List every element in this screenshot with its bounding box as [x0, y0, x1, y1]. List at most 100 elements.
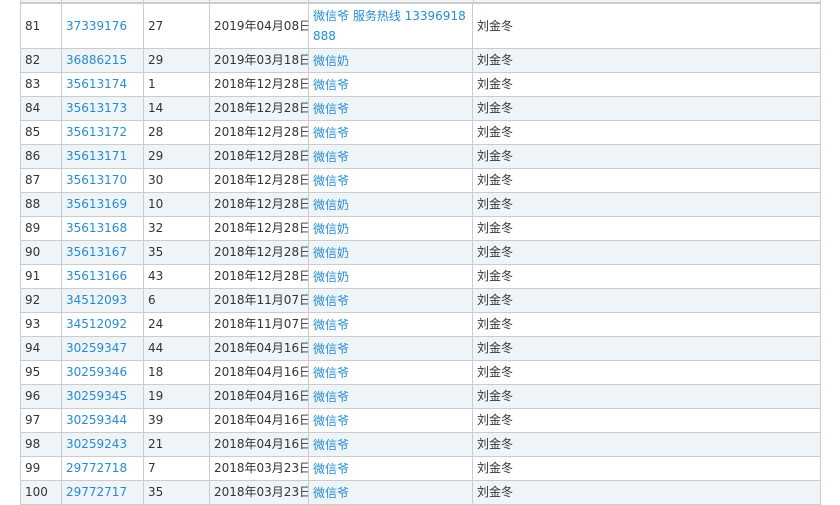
- id-link[interactable]: 30259346: [66, 365, 127, 379]
- table-row: 83 35613174 1 2018年12月28日 微信爷 刘金冬: [20, 72, 821, 97]
- table-row: 92 34512093 6 2018年11月07日 微信爷 刘金冬: [20, 288, 821, 313]
- id-link[interactable]: 30259347: [66, 341, 127, 355]
- date-cell: 2018年12月28日: [209, 96, 309, 121]
- id-link[interactable]: 34512093: [66, 293, 127, 307]
- count-cell: 44: [143, 336, 210, 361]
- name-link[interactable]: 微信爷: [313, 462, 349, 476]
- name-cell: 微信奶: [308, 240, 473, 265]
- id-link[interactable]: 35613173: [66, 101, 127, 115]
- table-row: 100 29772717 35 2018年03月23日 微信爷 刘金冬: [20, 480, 821, 505]
- person-cell: 刘金冬: [472, 408, 821, 433]
- date-cell: 2018年12月28日: [209, 168, 309, 193]
- person-cell: 刘金冬: [472, 168, 821, 193]
- date-cell: 2018年12月28日: [209, 144, 309, 169]
- name-link[interactable]: 微信爷: [313, 390, 349, 404]
- table-row: 96 30259345 19 2018年04月16日 微信爷 刘金冬: [20, 384, 821, 409]
- name-cell: 微信爷: [308, 288, 473, 313]
- id-link[interactable]: 35613170: [66, 173, 127, 187]
- table-row: 90 35613167 35 2018年12月28日 微信奶 刘金冬: [20, 240, 821, 265]
- id-link[interactable]: 35613167: [66, 245, 127, 259]
- index-cell: 93: [20, 312, 62, 337]
- id-cell: 35613169: [61, 192, 144, 217]
- id-link[interactable]: 36886215: [66, 53, 127, 67]
- name-link[interactable]: 微信爷 服务热线 13396918888: [313, 9, 466, 43]
- table-row: 85 35613172 28 2018年12月28日 微信爷 刘金冬: [20, 120, 821, 145]
- table-row: 84 35613173 14 2018年12月28日 微信爷 刘金冬: [20, 96, 821, 121]
- name-link[interactable]: 微信爷: [313, 342, 349, 356]
- count-cell: 21: [143, 432, 210, 457]
- name-cell: 微信爷: [308, 360, 473, 385]
- name-cell: 微信爷: [308, 432, 473, 457]
- id-link[interactable]: 37339176: [66, 19, 127, 33]
- name-link[interactable]: 微信爷: [313, 126, 349, 140]
- id-cell: 29772718: [61, 456, 144, 481]
- table-row: 86 35613171 29 2018年12月28日 微信爷 刘金冬: [20, 144, 821, 169]
- date-cell: 2019年04月08日: [209, 3, 309, 49]
- name-link[interactable]: 微信爷: [313, 414, 349, 428]
- index-cell: 89: [20, 216, 62, 241]
- index-cell: 94: [20, 336, 62, 361]
- name-link[interactable]: 微信奶: [313, 198, 349, 212]
- index-cell: 81: [20, 3, 62, 49]
- name-cell: 微信爷: [308, 312, 473, 337]
- id-link[interactable]: 30259243: [66, 437, 127, 451]
- name-cell: 微信爷: [308, 456, 473, 481]
- name-cell: 微信奶: [308, 216, 473, 241]
- name-link[interactable]: 微信奶: [313, 246, 349, 260]
- date-cell: 2018年04月16日: [209, 432, 309, 457]
- person-cell: 刘金冬: [472, 72, 821, 97]
- id-cell: 36886215: [61, 48, 144, 73]
- person-cell: 刘金冬: [472, 288, 821, 313]
- name-link[interactable]: 微信爷: [313, 366, 349, 380]
- index-cell: 99: [20, 456, 62, 481]
- count-cell: 39: [143, 408, 210, 433]
- id-link[interactable]: 30259344: [66, 413, 127, 427]
- count-cell: 1: [143, 72, 210, 97]
- index-cell: 90: [20, 240, 62, 265]
- name-link[interactable]: 微信奶: [313, 270, 349, 284]
- id-link[interactable]: 29772718: [66, 461, 127, 475]
- date-cell: 2018年04月16日: [209, 384, 309, 409]
- name-link[interactable]: 微信爷: [313, 438, 349, 452]
- name-cell: 微信爷: [308, 96, 473, 121]
- id-link[interactable]: 29772717: [66, 485, 127, 499]
- date-cell: 2018年12月28日: [209, 72, 309, 97]
- name-link[interactable]: 微信爷: [313, 174, 349, 188]
- id-link[interactable]: 35613169: [66, 197, 127, 211]
- index-cell: 86: [20, 144, 62, 169]
- id-cell: 30259344: [61, 408, 144, 433]
- index-cell: 82: [20, 48, 62, 73]
- id-link[interactable]: 35613166: [66, 269, 127, 283]
- id-cell: 30259346: [61, 360, 144, 385]
- date-cell: 2019年03月18日: [209, 48, 309, 73]
- id-cell: 34512092: [61, 312, 144, 337]
- date-cell: 2018年12月28日: [209, 192, 309, 217]
- id-link[interactable]: 30259345: [66, 389, 127, 403]
- name-link[interactable]: 微信奶: [313, 222, 349, 236]
- count-cell: 30: [143, 168, 210, 193]
- name-link[interactable]: 微信爷: [313, 150, 349, 164]
- person-cell: 刘金冬: [472, 96, 821, 121]
- name-link[interactable]: 微信爷: [313, 486, 349, 500]
- id-link[interactable]: 35613174: [66, 77, 127, 91]
- id-link[interactable]: 35613172: [66, 125, 127, 139]
- name-link[interactable]: 微信爷: [313, 318, 349, 332]
- date-cell: 2018年04月16日: [209, 408, 309, 433]
- id-link[interactable]: 35613171: [66, 149, 127, 163]
- name-link[interactable]: 微信爷: [313, 294, 349, 308]
- count-cell: 18: [143, 360, 210, 385]
- id-link[interactable]: 34512092: [66, 317, 127, 331]
- id-link[interactable]: 35613168: [66, 221, 127, 235]
- name-cell: 微信爷: [308, 120, 473, 145]
- name-link[interactable]: 微信爷: [313, 102, 349, 116]
- records-table-container: 81 37339176 27 2019年04月08日 微信爷 服务热线 13396918…: [20, 0, 821, 505]
- name-link[interactable]: 微信爷: [313, 78, 349, 92]
- index-cell: 85: [20, 120, 62, 145]
- person-cell: 刘金冬: [472, 216, 821, 241]
- count-cell: 24: [143, 312, 210, 337]
- name-link[interactable]: 微信奶: [313, 54, 349, 68]
- index-cell: 83: [20, 72, 62, 97]
- table-row: 81 37339176 27 2019年04月08日 微信爷 服务热线 13396918…: [20, 3, 821, 49]
- date-cell: 2018年04月16日: [209, 336, 309, 361]
- id-cell: 35613168: [61, 216, 144, 241]
